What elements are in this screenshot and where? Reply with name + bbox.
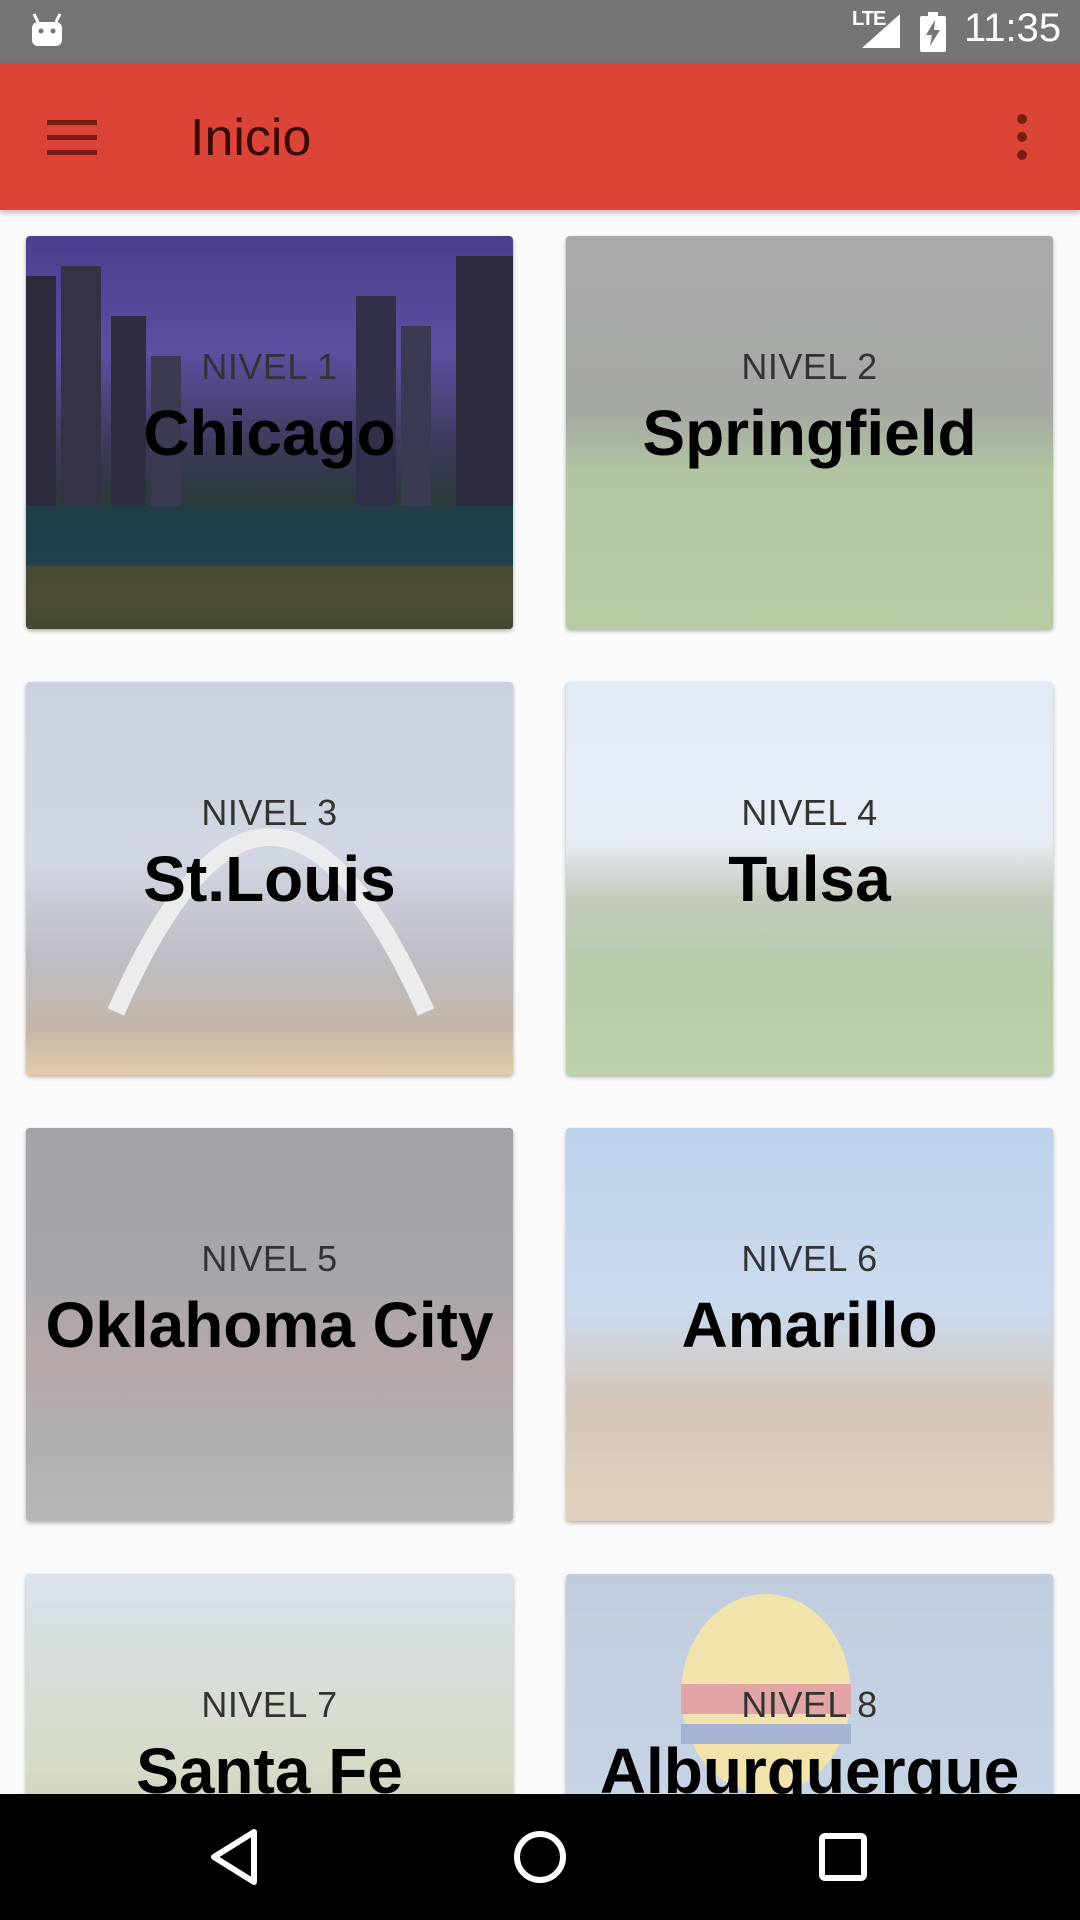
level-card-6[interactable]: NIVEL 6 Amarillo [566, 1128, 1053, 1521]
level-card-7[interactable]: NIVEL 7 Santa Fe [26, 1574, 513, 1794]
status-time: 11:35 [964, 6, 1062, 50]
city-name: Springfield [642, 397, 977, 469]
level-label: NIVEL 1 [201, 346, 338, 387]
level-card-3[interactable]: NIVEL 3 St.Louis [26, 682, 513, 1075]
system-nav-bar [0, 1794, 1080, 1920]
android-icon [32, 13, 62, 46]
level-label: NIVEL 8 [741, 1684, 878, 1725]
menu-icon[interactable] [36, 107, 108, 167]
level-label: NIVEL 7 [201, 1684, 338, 1725]
level-card-2[interactable]: NIVEL 2 Springfield [566, 236, 1053, 629]
city-name: Santa Fe [136, 1735, 403, 1794]
back-icon[interactable] [200, 1822, 270, 1892]
city-name: Oklahoma City [45, 1289, 494, 1361]
city-name: Tulsa [728, 843, 891, 915]
level-label: NIVEL 4 [741, 792, 878, 833]
city-name: Chicago [143, 397, 396, 469]
recents-icon[interactable] [808, 1822, 878, 1892]
level-card-5[interactable]: NIVEL 5 Oklahoma City [26, 1128, 513, 1521]
lte-signal-icon [862, 14, 900, 48]
more-vert-icon[interactable] [1000, 107, 1044, 167]
page-title: Inicio [190, 109, 312, 167]
city-name: Alburquerque [599, 1735, 1020, 1794]
levels-grid: NIVEL 1 Chicago NIVEL 2 Springfield NIVE… [0, 210, 1080, 1794]
level-label: NIVEL 3 [201, 792, 338, 833]
city-name: St.Louis [143, 843, 396, 915]
level-card-8[interactable]: NIVEL 8 Alburquerque [566, 1574, 1053, 1794]
level-label: NIVEL 5 [201, 1238, 338, 1279]
app-bar: Inicio [0, 63, 1080, 210]
home-icon[interactable] [505, 1822, 575, 1892]
level-label: NIVEL 2 [741, 346, 878, 387]
battery-charging-icon [920, 12, 946, 52]
status-bar: LTE 11:35 [0, 0, 1080, 63]
level-card-1[interactable]: NIVEL 1 Chicago [26, 236, 513, 629]
city-name: Amarillo [681, 1289, 938, 1361]
level-card-4[interactable]: NIVEL 4 Tulsa [566, 682, 1053, 1075]
level-label: NIVEL 6 [741, 1238, 878, 1279]
